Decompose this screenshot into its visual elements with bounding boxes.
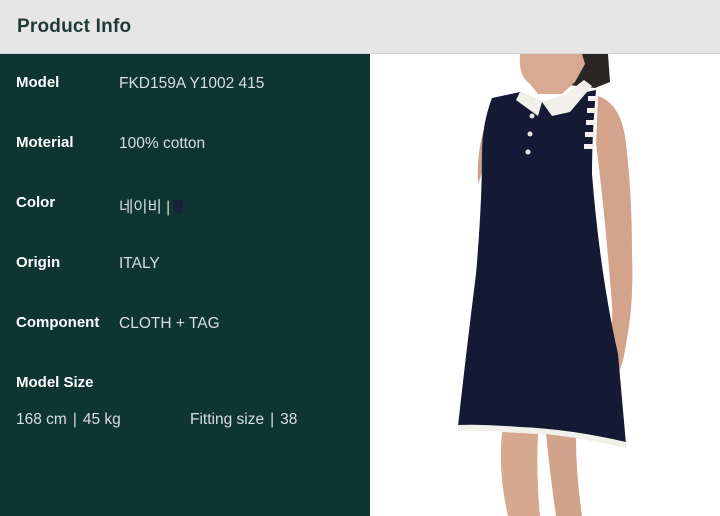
- model-value: FKD159A Y1002 415: [119, 75, 265, 92]
- color-value-wrap: 네이비 |: [119, 195, 184, 217]
- fitting-size-label: Fitting size: [190, 411, 265, 428]
- material-value: 100% cotton: [119, 135, 206, 152]
- sleeveless-polo-dress-photo-icon: [458, 54, 633, 516]
- product-photo: [370, 54, 720, 516]
- page-title: Product Info: [17, 16, 132, 37]
- separator: |: [72, 411, 77, 428]
- product-info-header: Product Info: [0, 0, 720, 54]
- model-size-label: Model Size: [16, 374, 94, 391]
- model-size-values: 168 cm | 45 kg Fitting size | 38: [16, 411, 297, 429]
- product-details-panel: Model FKD159A Y1002 415 Moterial 100% co…: [0, 54, 370, 516]
- origin-value: ITALY: [119, 255, 160, 272]
- separator: |: [270, 411, 275, 428]
- component-label: Component: [16, 314, 100, 331]
- color-label: Color: [16, 194, 56, 211]
- origin-label: Origin: [16, 254, 61, 271]
- model-label: Model: [16, 74, 60, 91]
- fitting-size-value: 38: [280, 411, 298, 428]
- fitting-size: Fitting size | 38: [190, 411, 297, 429]
- component-value: CLOTH + TAG: [119, 315, 220, 332]
- color-value: 네이비 |: [119, 199, 171, 216]
- model-weight: 45 kg: [82, 411, 121, 428]
- model-height: 168 cm: [16, 411, 67, 428]
- material-label: Moterial: [16, 134, 74, 151]
- color-swatch: [174, 200, 184, 213]
